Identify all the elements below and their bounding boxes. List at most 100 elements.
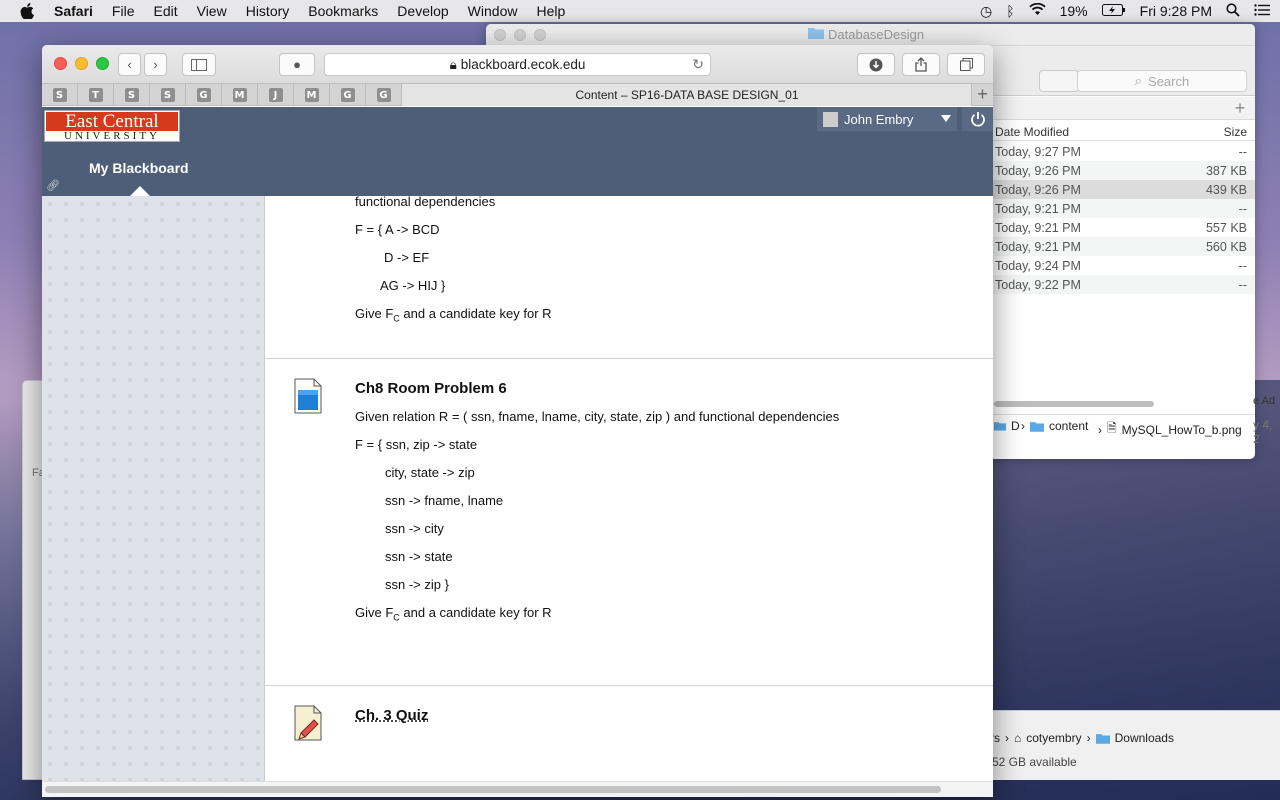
pinned-tab-icon: G: [196, 88, 211, 102]
menu-app-safari[interactable]: Safari: [54, 3, 93, 19]
file-size: 439 KB: [1205, 183, 1247, 197]
new-tab-button[interactable]: +: [971, 84, 993, 106]
finder-search-input[interactable]: ⌕ Search: [1077, 70, 1247, 92]
pinned-tab-icon: T: [88, 88, 103, 102]
logout-button[interactable]: [962, 107, 993, 131]
column-size[interactable]: Size: [1224, 125, 1247, 139]
disk-available: 52 GB available: [992, 755, 1077, 769]
file-date: Today, 9:21 PM: [995, 221, 1081, 235]
item-title[interactable]: Ch8 Room Problem 6: [355, 380, 507, 397]
zoom-icon[interactable]: [96, 57, 109, 70]
address-bar[interactable]: 🔒︎ blackboard.ecok.edu ↻: [324, 53, 711, 76]
chevron-right-icon: ›: [1086, 731, 1091, 745]
chevron-right-icon: ›: [1021, 419, 1025, 433]
pinned-tab[interactable]: M: [294, 84, 330, 106]
safari-toolbar: ‹ › ● 🔒︎ blackboard.ecok.edu ↻: [42, 45, 993, 83]
background-window-text: y 4, 2: [1253, 418, 1273, 446]
my-blackboard-tab[interactable]: My Blackboard: [89, 160, 189, 176]
column-date-modified[interactable]: Date Modified: [995, 125, 1069, 139]
pinned-tab[interactable]: G: [330, 84, 366, 106]
item-text: ssn -> zip }: [385, 577, 449, 592]
menu-view[interactable]: View: [197, 3, 227, 19]
menu-bookmarks[interactable]: Bookmarks: [308, 3, 378, 19]
pinned-tab-icon: J: [268, 88, 283, 102]
battery-percent[interactable]: 19%: [1060, 3, 1088, 19]
file-date: Today, 9:26 PM: [995, 164, 1081, 178]
spotlight-icon[interactable]: [1226, 2, 1240, 20]
path-label: MySQL_HowTo_b.png: [1121, 422, 1242, 437]
close-icon[interactable]: [54, 57, 67, 70]
zoom-icon[interactable]: [534, 29, 546, 41]
pinned-tab[interactable]: S: [42, 84, 78, 106]
reload-icon[interactable]: ↻: [692, 56, 704, 73]
item-text: AG -> HIJ }: [380, 278, 446, 293]
lock-icon: 🔒︎: [449, 56, 457, 72]
path-item-content[interactable]: › content: [1021, 419, 1088, 433]
battery-icon[interactable]: [1101, 3, 1126, 19]
notification-center-icon[interactable]: [1254, 3, 1270, 19]
menu-edit[interactable]: Edit: [153, 3, 177, 19]
pinned-tab[interactable]: T: [78, 84, 114, 106]
tabs-overview-button[interactable]: [947, 53, 985, 76]
folder-icon: [808, 27, 824, 42]
forward-button[interactable]: ›: [144, 53, 167, 76]
content-area: functional dependencies F = { A -> BCD D…: [42, 196, 993, 781]
pinned-tab-icon: S: [160, 88, 175, 102]
file-size: 557 KB: [1205, 221, 1247, 235]
clock[interactable]: Fri 9:28 PM: [1140, 3, 1212, 19]
minimize-icon[interactable]: [514, 29, 526, 41]
folder-icon: [994, 422, 1006, 431]
path-label[interactable]: cotyembry: [1026, 731, 1081, 745]
finder-scrollbar[interactable]: [994, 401, 1154, 407]
give-text: Give F: [355, 306, 394, 321]
pinned-tab[interactable]: M: [222, 84, 258, 106]
item-divider: [265, 358, 993, 359]
downloads-button[interactable]: [857, 53, 895, 76]
pinned-tab[interactable]: G: [366, 84, 402, 106]
tabs-icon: [959, 58, 973, 71]
file-date: Today, 9:24 PM: [995, 259, 1081, 273]
window-controls: [54, 57, 109, 70]
pinned-tab-icon: M: [232, 88, 247, 102]
path-label[interactable]: Downloads: [1115, 731, 1174, 745]
pinned-tab[interactable]: J: [258, 84, 294, 106]
share-button[interactable]: [902, 53, 940, 76]
active-tab[interactable]: Content – SP16-DATA BASE DESIGN_01: [402, 84, 972, 106]
file-size: --: [1238, 202, 1247, 216]
menu-help[interactable]: Help: [536, 3, 565, 19]
search-icon: ⌕: [1134, 73, 1143, 88]
item-text: city, state -> zip: [385, 465, 475, 480]
menu-history[interactable]: History: [246, 3, 290, 19]
pinned-tab[interactable]: G: [186, 84, 222, 106]
minimize-icon[interactable]: [75, 57, 88, 70]
pinned-tab[interactable]: S: [114, 84, 150, 106]
menu-develop[interactable]: Develop: [397, 3, 448, 19]
back-button[interactable]: ‹: [118, 53, 141, 76]
ghostery-button[interactable]: ●: [279, 53, 315, 76]
close-icon[interactable]: [494, 29, 506, 41]
item-text: Give FC and a candidate key for R: [355, 306, 552, 324]
horizontal-scrollbar[interactable]: [42, 781, 993, 797]
user-menu[interactable]: John Embry: [817, 107, 957, 131]
time-machine-icon[interactable]: ◷: [980, 3, 992, 20]
new-tab-plus-icon[interactable]: +: [1229, 97, 1251, 119]
menu-file[interactable]: File: [112, 3, 135, 19]
link-icon[interactable]: 🔗︎: [46, 179, 60, 193]
pinned-tab[interactable]: S: [150, 84, 186, 106]
file-size: 387 KB: [1205, 164, 1247, 178]
give-text: Give F: [355, 605, 394, 620]
path-item-file[interactable]: › 🗎 MySQL_HowTo_b.png: [1098, 419, 1242, 440]
dropbox-icon[interactable]: [1039, 70, 1079, 92]
menu-window[interactable]: Window: [468, 3, 518, 19]
quiz-link[interactable]: Ch. 3 Quiz: [355, 707, 428, 724]
chevron-right-icon: ›: [153, 57, 158, 72]
sidebar-button[interactable]: [182, 53, 216, 76]
file-date: Today, 9:27 PM: [995, 145, 1081, 159]
tab-bar: S T S S G M J M G G Content – SP16-DATA …: [42, 83, 993, 106]
scrollbar-thumb[interactable]: [45, 786, 941, 793]
bluetooth-icon[interactable]: ᛒ: [1006, 3, 1014, 19]
path-item[interactable]: D: [994, 419, 1020, 433]
apple-icon[interactable]: [20, 2, 38, 20]
university-logo[interactable]: East Central UNIVERSITY: [44, 110, 180, 142]
wifi-icon[interactable]: [1028, 2, 1046, 19]
